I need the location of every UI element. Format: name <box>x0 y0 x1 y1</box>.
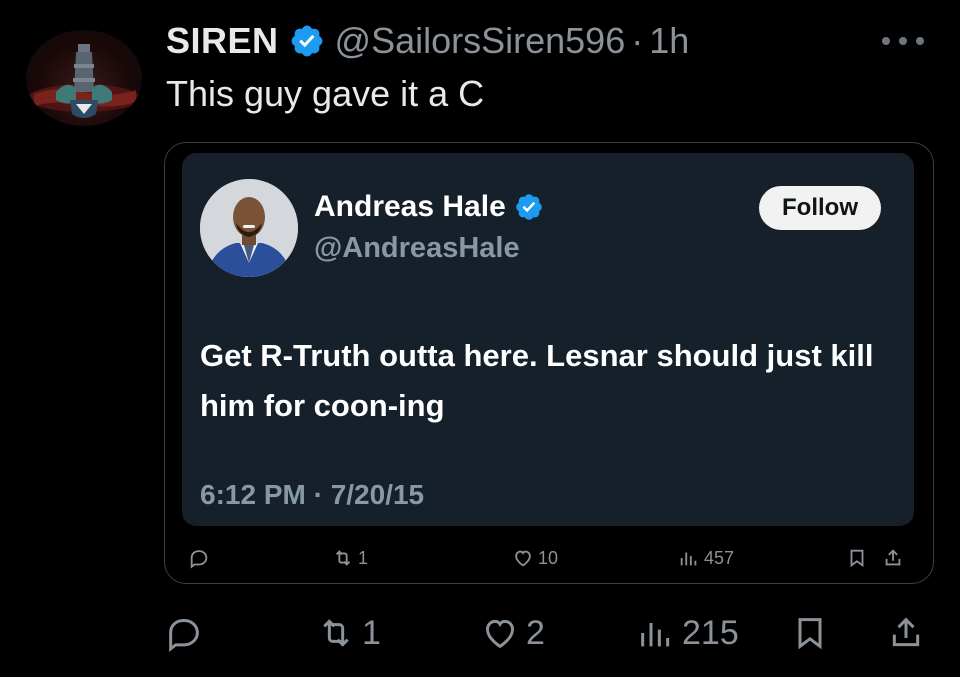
views-chart-icon <box>641 623 670 647</box>
quoted-share <box>882 540 904 576</box>
quoted-bookmark <box>846 540 868 576</box>
person-photo-icon <box>200 179 298 277</box>
reply-button[interactable] <box>164 608 204 658</box>
retweet-count: 1 <box>362 613 381 652</box>
post-action-bar: 1 2 215 <box>160 608 940 658</box>
view-count: 215 <box>682 613 739 652</box>
ellipsis-icon <box>882 37 890 45</box>
heart-icon <box>515 550 531 567</box>
quoted-author-name: Andreas Hale <box>314 190 506 223</box>
bookmark-icon <box>798 618 822 650</box>
more-options-button[interactable] <box>882 26 924 56</box>
share-icon <box>892 617 920 647</box>
verified-badge-icon <box>515 194 542 220</box>
quoted-view-count: 457 <box>704 547 735 568</box>
post-header: SIREN @SailorsSiren596 · 1h <box>166 18 689 64</box>
author-avatar[interactable] <box>26 30 142 126</box>
reply-icon <box>169 619 199 652</box>
views-button[interactable]: 215 <box>636 608 739 658</box>
quoted-retweet-count: 1 <box>358 547 369 568</box>
retweet-icon <box>323 619 349 647</box>
share-icon <box>885 549 901 566</box>
quoted-author-avatar <box>200 179 298 277</box>
heart-icon <box>485 619 515 649</box>
quoted-views: 457 <box>678 540 734 576</box>
author-handle[interactable]: @SailorsSiren596 <box>335 20 626 62</box>
separator-dot: · <box>631 20 644 61</box>
ellipsis-icon <box>916 37 924 45</box>
quoted-reply <box>188 540 210 576</box>
views-chart-icon <box>680 552 697 566</box>
quoted-tweet-text: Get R-Truth outta here. Lesnar should ju… <box>200 338 874 423</box>
bookmark-button[interactable] <box>790 608 830 658</box>
quoted-action-bar: 1 10 457 <box>182 540 914 576</box>
quoted-likes: 10 <box>512 540 558 576</box>
ellipsis-icon <box>899 37 907 45</box>
post-text: This guy gave it a C <box>166 73 485 114</box>
share-button[interactable] <box>886 608 926 658</box>
quoted-like-count: 10 <box>538 547 559 568</box>
follow-button-image: Follow <box>759 186 881 230</box>
reply-icon <box>190 550 208 569</box>
post-timestamp[interactable]: 1h <box>649 20 689 62</box>
verified-badge-icon[interactable] <box>289 23 325 59</box>
quoted-author-name-row: Andreas Hale <box>314 190 544 224</box>
quoted-retweets: 1 <box>332 540 368 576</box>
retweet-button[interactable]: 1 <box>316 608 381 658</box>
like-count: 2 <box>526 613 545 652</box>
quoted-tweet-date: 6:12 PM · 7/20/15 <box>200 479 425 510</box>
quoted-author-handle: @AndreasHale <box>314 232 520 264</box>
like-button[interactable]: 2 <box>480 608 545 658</box>
author-name[interactable]: SIREN <box>166 20 279 62</box>
bookmark-icon <box>850 549 864 568</box>
lighthouse-emblem-icon <box>28 44 140 118</box>
embedded-tweet-screenshot[interactable]: Andreas Hale @AndreasHale Follow Get R-T… <box>182 153 914 526</box>
retweet-icon <box>335 550 351 566</box>
